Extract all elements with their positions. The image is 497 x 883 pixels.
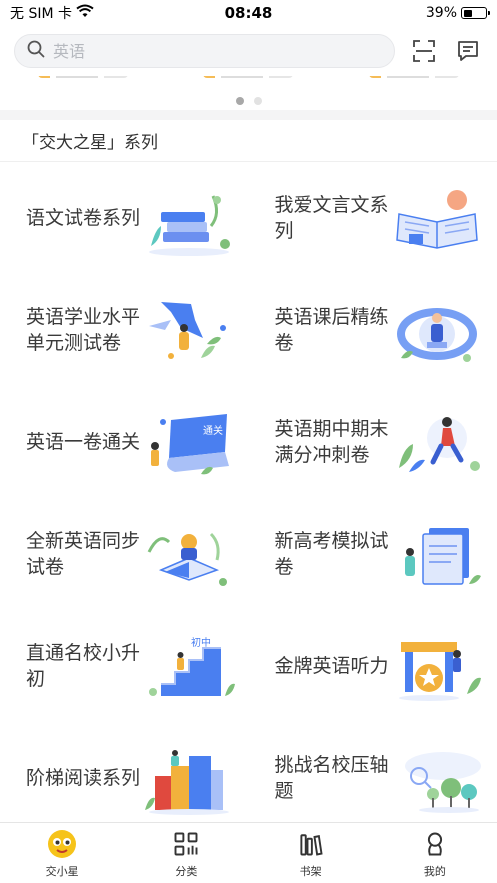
svg-text:通关: 通关 xyxy=(203,424,223,437)
series-title: 英语期中期末满分冲刺卷 xyxy=(274,418,389,466)
wifi-icon xyxy=(76,4,94,22)
tab-1[interactable]: 交小星 xyxy=(0,823,124,883)
status-right: 39% xyxy=(425,5,490,21)
tab-label: 书架 xyxy=(299,864,322,878)
mascot-icon xyxy=(46,828,78,860)
message-icon[interactable] xyxy=(453,36,483,66)
series-title: 金牌英语听力 xyxy=(274,655,389,677)
carousel-dot xyxy=(253,97,262,105)
tab-label: 我的 xyxy=(423,864,446,878)
series-title: 语文试卷系列 xyxy=(26,207,141,229)
bookshelf-icon xyxy=(295,828,327,860)
scan-icon[interactable] xyxy=(409,36,439,66)
battery-percent: 39% xyxy=(425,5,457,21)
tab-bar: 交小星 分类 书架 我的 xyxy=(0,822,497,883)
search-input[interactable] xyxy=(53,41,382,61)
series-title: 阶梯阅读系列 xyxy=(26,767,141,789)
status-left: 无 SIM 卡 xyxy=(10,3,94,23)
tab-4[interactable]: 我的 xyxy=(373,823,497,883)
tab-2[interactable]: 分类 xyxy=(124,823,248,883)
status-bar: 无 SIM 卡 08:48 39% xyxy=(0,0,497,26)
series-card[interactable]: 直通名校小升初 初中 xyxy=(0,610,249,722)
search-icon xyxy=(27,40,45,62)
series-title: 英语课后精练卷 xyxy=(274,306,389,354)
battery-icon xyxy=(461,7,490,19)
series-title: 挑战名校压轴题 xyxy=(274,754,389,802)
carrier-label: 无 SIM 卡 xyxy=(10,6,72,22)
battery-level xyxy=(463,9,472,17)
series-grid: 语文试卷系列 我爱文言文系列 英语学业水平单元测试卷 英语课后精练卷 英语一卷通关 通关英… xyxy=(0,162,497,822)
tab-label: 交小星 xyxy=(45,864,79,878)
tab-label: 分类 xyxy=(175,864,198,878)
series-title: 我爱文言文系列 xyxy=(274,194,389,242)
series-card[interactable]: 英语期中期末满分冲刺卷 xyxy=(249,386,497,498)
search-bar[interactable] xyxy=(14,34,395,68)
series-card[interactable]: 我爱文言文系列 xyxy=(249,162,497,274)
series-card[interactable]: 英语课后精练卷 xyxy=(249,274,497,386)
series-title: 全新英语同步试卷 xyxy=(26,530,141,578)
series-card[interactable]: 英语学业水平单元测试卷 xyxy=(0,274,249,386)
carousel-dot xyxy=(235,97,244,105)
series-title: 英语一卷通关 xyxy=(26,431,141,453)
series-title: 直通名校小升初 xyxy=(26,642,141,690)
category-icon xyxy=(170,828,202,860)
series-card[interactable]: 金牌英语听力 xyxy=(249,610,497,722)
series-card[interactable]: 英语一卷通关 通关 xyxy=(0,386,249,498)
series-card[interactable]: 新高考模拟试卷 xyxy=(249,498,497,610)
banner-content-edge xyxy=(0,76,497,80)
series-card[interactable]: 挑战名校压轴题 xyxy=(249,722,497,822)
series-title: 新高考模拟试卷 xyxy=(274,530,389,578)
profile-icon xyxy=(419,828,451,860)
divider xyxy=(0,110,497,120)
section-title: 「交大之星」系列 xyxy=(0,120,497,162)
svg-text:初中: 初中 xyxy=(191,636,211,649)
series-title: 英语学业水平单元测试卷 xyxy=(26,306,141,354)
series-card[interactable]: 阶梯阅读系列 xyxy=(0,722,249,822)
banner-carousel[interactable] xyxy=(0,76,497,110)
series-card[interactable]: 语文试卷系列 xyxy=(0,162,249,274)
header xyxy=(0,26,497,76)
carousel-indicator xyxy=(0,97,497,105)
tab-3[interactable]: 书架 xyxy=(249,823,373,883)
series-card[interactable]: 全新英语同步试卷 xyxy=(0,498,249,610)
